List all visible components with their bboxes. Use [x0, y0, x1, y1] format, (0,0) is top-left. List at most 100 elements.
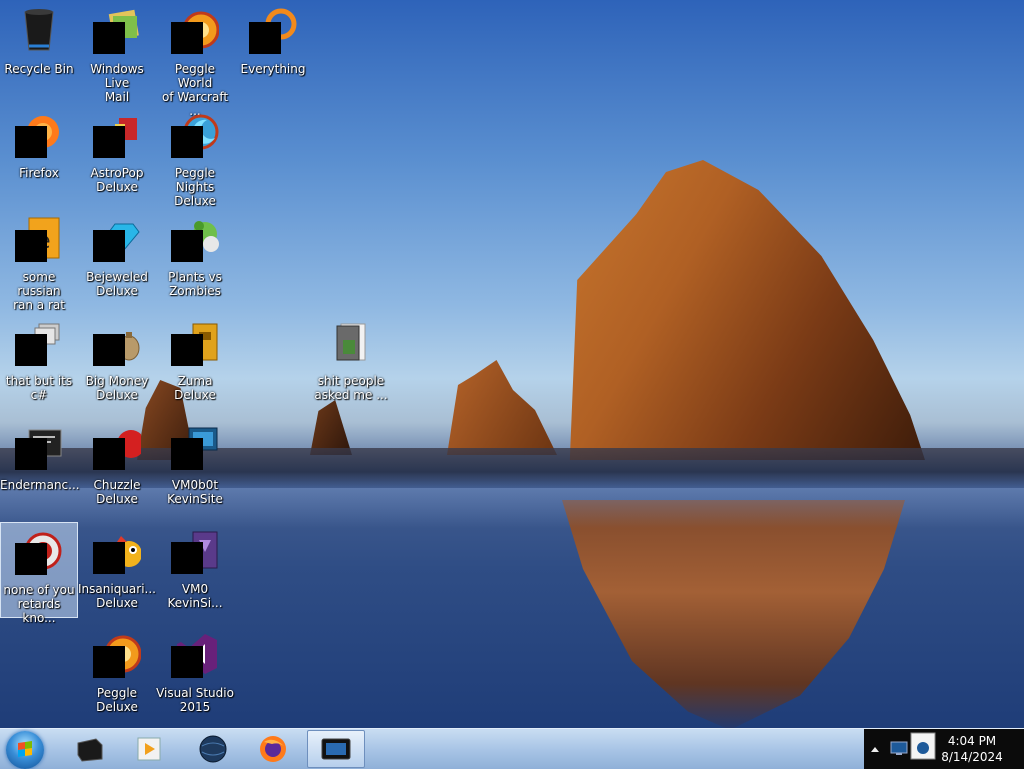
redaction-block — [15, 438, 47, 470]
redaction-block — [93, 22, 125, 54]
plants-vs-zombies-icon — [171, 214, 219, 262]
black-box-app-icon — [77, 738, 103, 762]
desktop-icon-label: shit people asked me ... — [314, 374, 388, 402]
desktop-icon-firefox[interactable]: Firefox — [0, 106, 78, 202]
show-hidden-icons-chevron-icon[interactable] — [870, 741, 880, 760]
redaction-block — [93, 334, 125, 366]
redaction-block — [93, 230, 125, 262]
desktop-icon-label: VM0b0t KevinSite — [167, 478, 223, 506]
redaction-block — [93, 438, 125, 470]
redaction-block — [171, 646, 203, 678]
redaction-block — [15, 230, 47, 262]
bejeweled-deluxe-icon — [93, 214, 141, 262]
redaction-block — [171, 22, 203, 54]
desktop-icon-windows-live-mail[interactable]: Windows Live Mail — [78, 2, 156, 104]
vlc-like-file-icon: e — [15, 214, 63, 262]
insaniquarium-deluxe-icon — [93, 526, 142, 574]
terminal-window-icon — [15, 422, 63, 470]
desktop-icon-shit-people-asked-me[interactable]: shit people asked me ... — [312, 314, 390, 410]
vm-kevin-site-icon — [171, 526, 219, 574]
taskbar-item-monitor-window[interactable] — [307, 730, 365, 768]
wallpaper-small-rock — [447, 360, 557, 455]
network-monitor-icon[interactable] — [890, 739, 908, 761]
desktop-icon-insaniquarium-deluxe[interactable]: Insaniquari... Deluxe — [78, 522, 156, 618]
clock-time: 4:04 PM — [947, 734, 997, 748]
desktop-icon-peggle-world-of-warcraft[interactable]: Peggle World of Warcraft ... — [156, 2, 234, 118]
redaction-block — [93, 126, 125, 158]
peggle-world-of-warcraft-icon — [171, 6, 220, 54]
desktop-icon-label: none of you retards kno... — [3, 583, 75, 625]
folder-icon — [327, 318, 375, 366]
taskbar-item-dark-globe[interactable] — [184, 730, 242, 768]
redaction-block — [171, 334, 203, 366]
redaction-block — [171, 230, 203, 262]
desktop-icon-recycle-bin[interactable]: Recycle Bin — [0, 2, 78, 98]
desktop-icon-label: Chuzzle Deluxe — [93, 478, 141, 506]
desktop-icon-none-of-you[interactable]: none of you retards kno... — [0, 522, 78, 625]
peggle-nights-deluxe-icon — [171, 110, 219, 158]
desktop-icon-label: some russian ran a rat — [13, 270, 65, 312]
notification-app-icon[interactable] — [910, 732, 936, 764]
desktop-icon-bejeweled-deluxe[interactable]: Bejeweled Deluxe — [78, 210, 156, 306]
visual-studio-icon — [171, 630, 219, 678]
redaction-block — [15, 543, 47, 575]
sword-shield-icon — [15, 527, 63, 575]
dark-globe-icon — [199, 735, 227, 763]
taskbar: 4:04 PM 8/14/2024 — [0, 728, 1024, 769]
desktop-icon-peggle-deluxe[interactable]: Peggle Deluxe — [78, 626, 156, 722]
desktop-icon-label: Visual Studio 2015 — [156, 686, 234, 714]
desktop-icon-label: Firefox — [19, 166, 59, 180]
desktop-icon-label: Zuma Deluxe — [174, 374, 216, 402]
desktop-icon-astropop-deluxe[interactable]: AstroPop Deluxe — [78, 106, 156, 202]
desktop-icon-peggle-nights-deluxe[interactable]: Peggle Nights Deluxe — [156, 106, 234, 208]
desktop-icon-vm0b0t-kevinsite[interactable]: VM0b0t KevinSite — [156, 418, 234, 514]
taskbar-item-firefox[interactable] — [244, 730, 302, 768]
desktop-icon-visual-studio-2015[interactable]: Visual Studio 2015 — [156, 626, 234, 722]
redaction-block — [249, 22, 281, 54]
chuzzle-deluxe-icon — [93, 422, 145, 470]
desktop-icon-label: Recycle Bin — [4, 62, 74, 76]
media-player-icon — [137, 737, 161, 761]
firefox-icon — [15, 110, 63, 158]
windows-flag-icon — [18, 741, 32, 757]
taskbar-item-black-box-app[interactable] — [60, 730, 118, 768]
desktop-icon-label: Insaniquari... Deluxe — [78, 582, 156, 610]
desktop-icon-some-russian-ran-a-rat[interactable]: e some russian ran a rat — [0, 210, 78, 312]
desktop-icon-label: Endermanc... — [0, 478, 80, 492]
windows-live-mail-icon — [93, 6, 141, 54]
taskbar-clock[interactable]: 4:04 PM 8/14/2024 — [936, 733, 1008, 765]
desktop-icon-label: Everything — [240, 62, 306, 76]
monitor-window-icon — [321, 738, 351, 760]
desktop-icon-label: Peggle Deluxe — [96, 686, 138, 714]
peggle-deluxe-icon — [93, 630, 142, 678]
everything-search-icon — [249, 6, 297, 54]
desktop-icon-that-but-its-c-sharp[interactable]: that but its c# — [0, 314, 78, 410]
desktop-icon-endermanch[interactable]: Endermanc... — [0, 418, 80, 514]
desktop-icon-zuma-deluxe[interactable]: Zuma Deluxe — [156, 314, 234, 410]
stacked-windows-icon — [15, 318, 63, 366]
desktop-icon-label: Plants vs Zombies — [168, 270, 222, 298]
firefox-icon — [260, 736, 286, 762]
redaction-block — [93, 646, 125, 678]
desktop-icon-big-money-deluxe[interactable]: Big Money Deluxe — [78, 314, 156, 410]
desktop-icon-label: AstroPop Deluxe — [90, 166, 144, 194]
desktop-icon-plants-vs-zombies[interactable]: Plants vs Zombies — [156, 210, 234, 306]
vm-site-icon — [171, 422, 219, 470]
windows-start-orb-icon[interactable] — [6, 731, 44, 769]
desktop-icon-label: Big Money Deluxe — [85, 374, 149, 402]
wallpaper-haystack-rock — [569, 160, 925, 460]
wallpaper-rock-reflection — [562, 500, 905, 728]
desktop-icon-chuzzle-deluxe[interactable]: Chuzzle Deluxe — [78, 418, 156, 514]
desktop-icon-everything[interactable]: Everything — [234, 2, 312, 98]
astropop-deluxe-icon — [93, 110, 141, 158]
desktop[interactable]: Recycle Bin Firefox e some russian ran a… — [0, 0, 1024, 728]
redaction-block — [15, 126, 47, 158]
redaction-block — [171, 438, 203, 470]
desktop-icon-label: Bejeweled Deluxe — [86, 270, 148, 298]
desktop-icon-label: that but its c# — [5, 374, 73, 402]
desktop-icon-vm0-kevinsite[interactable]: VM0 KevinSi... — [156, 522, 234, 618]
zuma-deluxe-icon — [171, 318, 219, 366]
clock-date: 8/14/2024 — [941, 750, 1003, 764]
redaction-block — [171, 126, 203, 158]
taskbar-item-media-player[interactable] — [120, 730, 178, 768]
